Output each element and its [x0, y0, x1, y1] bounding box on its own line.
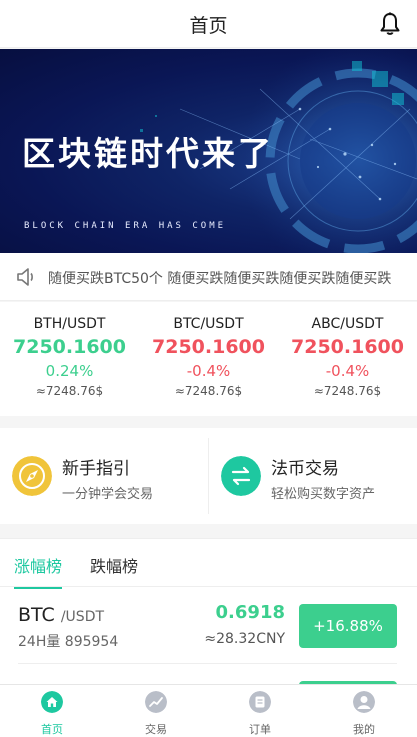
ticker-change: -0.4%	[325, 362, 370, 380]
chart-icon	[145, 691, 167, 713]
ticker-fiat: ≈7248.76$	[313, 384, 382, 398]
market-ranking-panel: 涨幅榜 跌幅榜 BTC /USDT 24H量 895954 0.6918 ≈28…	[0, 538, 417, 698]
ticker-fiat: ≈7248.76$	[174, 384, 243, 398]
tab-gainers[interactable]: 涨幅榜	[14, 553, 63, 589]
announcement-bar[interactable]: 随便买跌BTC50个 随便买跌随便买跌随便买跌随便买跌	[0, 253, 417, 301]
guide-title: 新手指引	[62, 459, 130, 479]
ranking-tabs: 涨幅榜 跌幅榜	[0, 539, 417, 589]
tab-profile[interactable]: 我的	[312, 689, 416, 737]
tab-label: 首页	[41, 723, 63, 736]
ticker-pair: BTH/USDT	[33, 316, 106, 332]
ticker-fiat: ≈7248.76$	[35, 384, 104, 398]
tab-label: 订单	[249, 723, 271, 736]
row-cny: ≈28.32CNY	[204, 631, 285, 647]
ticker-pair: BTC/USDT	[173, 316, 244, 332]
ticker-price: 7250.1600	[152, 336, 265, 358]
ticker-card[interactable]: ABC/USDT 7250.1600 -0.4% ≈7248.76$	[278, 316, 417, 398]
ticker-pair: ABC/USDT	[311, 316, 384, 332]
guide-subtitle: 一分钟学会交易	[62, 487, 154, 502]
announcement-text: 随便买跌BTC50个 随便买跌随便买跌随便买跌随便买跌	[48, 271, 392, 287]
top-header: 首页	[0, 0, 417, 48]
ticker-card[interactable]: BTC/USDT 7250.1600 -0.4% ≈7248.76$	[139, 316, 278, 398]
ticker-strip: BTH/USDT 7250.1600 0.24% ≈7248.76$ BTC/U…	[0, 302, 417, 416]
ticker-change: -0.4%	[186, 362, 231, 380]
row-symbol: BTC /USDT	[18, 604, 104, 626]
row-change-badge[interactable]: +16.88%	[299, 604, 397, 648]
beginner-guide-entry[interactable]: 新手指引 一分钟学会交易	[0, 428, 208, 524]
tab-trade[interactable]: 交易	[104, 689, 208, 737]
guide-title: 法币交易	[271, 459, 339, 479]
market-row[interactable]: BTC /USDT 24H量 895954 0.6918 ≈28.32CNY +…	[0, 588, 417, 664]
row-volume: 24H量 895954	[18, 634, 119, 650]
quick-entry-section: 新手指引 一分钟学会交易 法币交易 轻松购买数字资产	[0, 428, 417, 524]
promo-banner[interactable]: 区块链时代来了 BLOCK CHAIN ERA HAS COME	[0, 49, 417, 253]
guide-subtitle: 轻松购买数字资产	[271, 487, 376, 502]
ticker-card[interactable]: BTH/USDT 7250.1600 0.24% ≈7248.76$	[0, 316, 139, 398]
ticker-price: 7250.1600	[13, 336, 126, 358]
tab-losers[interactable]: 跌幅榜	[90, 553, 138, 587]
tab-home[interactable]: 首页	[0, 689, 104, 737]
exchange-arrows-icon	[221, 456, 261, 496]
ticker-change: 0.24%	[45, 362, 94, 380]
tab-label: 我的	[353, 723, 375, 736]
row-price: 0.6918	[215, 602, 285, 623]
app-root: 首页 区块链时代来了 BLOCK CHAIN ERA HAS COME 随便买跌…	[0, 0, 417, 737]
user-icon	[353, 691, 375, 713]
bottom-tab-bar: 首页 交易 订单 我的	[0, 684, 417, 737]
compass-icon	[12, 456, 52, 496]
banner-subtitle: BLOCK CHAIN ERA HAS COME	[24, 221, 227, 231]
row-quote: /USDT	[60, 609, 105, 625]
bell-icon[interactable]	[379, 12, 401, 36]
order-icon	[249, 691, 271, 713]
home-icon	[41, 691, 63, 713]
fiat-trade-entry[interactable]: 法币交易 轻松购买数字资产	[209, 428, 417, 524]
tab-orders[interactable]: 订单	[208, 689, 312, 737]
row-divider	[18, 663, 397, 664]
speaker-icon	[17, 268, 33, 286]
ticker-price: 7250.1600	[291, 336, 404, 358]
page-title: 首页	[189, 15, 228, 37]
tab-label: 交易	[145, 723, 167, 736]
row-base: BTC	[18, 604, 55, 626]
banner-title: 区块链时代来了	[22, 134, 274, 173]
